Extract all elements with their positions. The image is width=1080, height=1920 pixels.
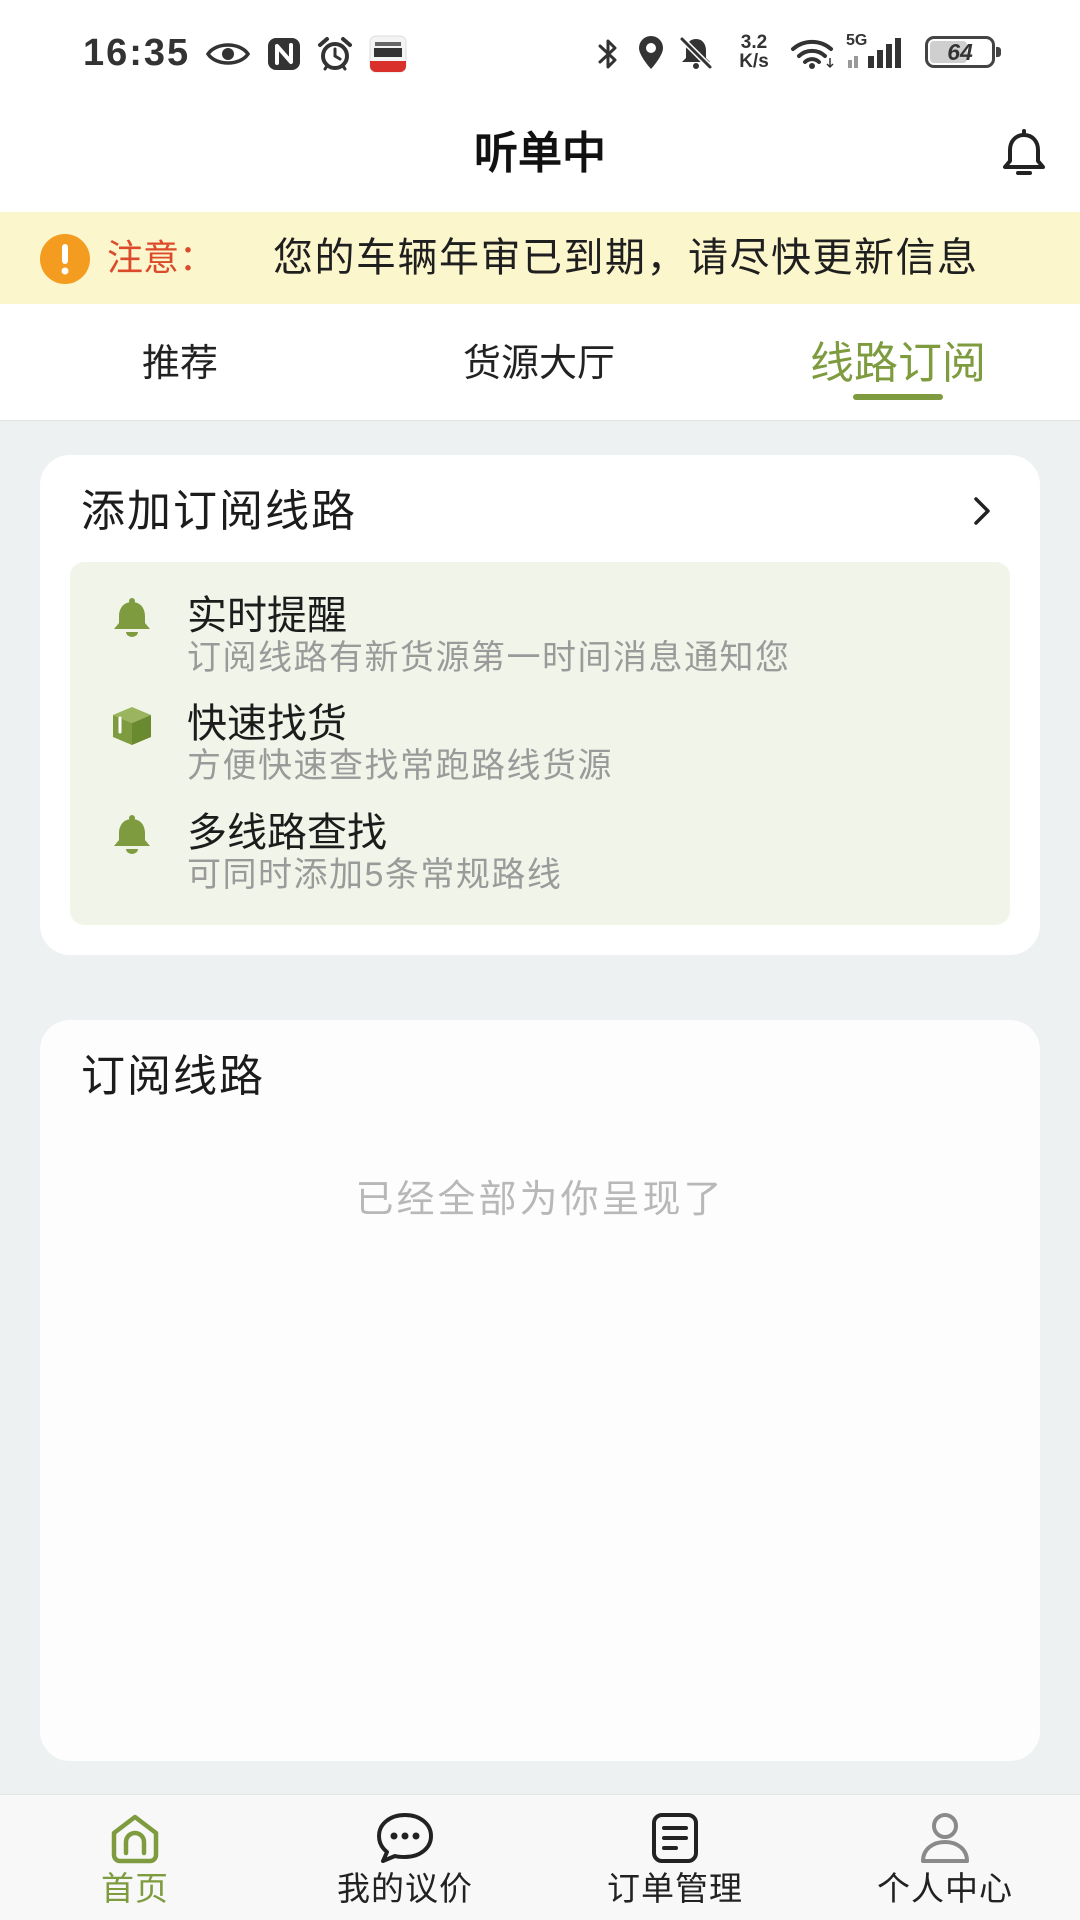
battery-terminal — [996, 47, 1001, 57]
eye-icon — [206, 40, 250, 68]
feature-description: 可同时添加5条常规路线 — [187, 856, 563, 894]
add-subscription-title: 添加订阅线路 — [81, 487, 357, 536]
tab-cargo-hall[interactable]: 货源大厅 — [389, 339, 689, 389]
nav-item-home[interactable]: 首页 — [0, 1795, 270, 1920]
network-type: 5G — [846, 32, 868, 49]
feature-description: 订阅线路有新货源第一时间消息通知您 — [187, 639, 791, 677]
tab-route-subscription[interactable]: 线路订阅 — [748, 336, 1048, 392]
feature-item-multi-route: 多线路查找 可同时添加5条常规路线 — [70, 808, 1010, 898]
feature-item-realtime-alert: 实时提醒 订阅线路有新货源第一时间消息通知您 — [70, 591, 1010, 681]
nav-label: 个人中心 — [877, 1870, 1013, 1907]
status-time: 16:35 — [83, 32, 191, 74]
network-speed-unit: K/s — [739, 51, 769, 72]
notice-banner[interactable]: 注意： 您的车辆年审已到期，请尽快更新信息 — [0, 212, 1080, 304]
add-subscription-card: 添加订阅线路 实时提醒 订阅线路有新货源第一时间消息通知您 快速找货 方便快速查… — [40, 455, 1040, 955]
feature-title: 快速找货 — [187, 702, 347, 746]
feature-panel: 实时提醒 订阅线路有新货源第一时间消息通知您 快速找货 方便快速查找常跑路线货源… — [70, 562, 1010, 925]
battery-level: 64 — [947, 39, 973, 65]
feature-description: 方便快速查找常跑路线货源 — [187, 747, 613, 785]
feature-item-quick-find: 快速找货 方便快速查找常跑路线货源 — [70, 699, 1010, 789]
page-title: 听单中 — [474, 129, 606, 178]
bluetooth-icon — [596, 36, 620, 72]
network-speed-value: 3.2 — [740, 32, 768, 53]
notice-message: 您的车辆年审已到期，请尽快更新信息 — [273, 236, 979, 280]
add-subscription-route-link[interactable]: 添加订阅线路 — [40, 455, 1040, 562]
bell-icon — [108, 811, 156, 859]
chevron-right-icon — [968, 493, 996, 529]
user-icon — [913, 1811, 977, 1865]
exclamation-circle-icon — [39, 233, 91, 285]
tab-bar: 推荐 货源大厅 线路订阅 — [0, 304, 1080, 421]
feature-title: 实时提醒 — [187, 594, 347, 638]
alarm-icon — [316, 35, 354, 73]
wifi-icon — [790, 36, 836, 70]
bell-icon — [108, 594, 156, 642]
order-list-icon — [643, 1811, 707, 1865]
nav-label: 我的议价 — [337, 1870, 473, 1907]
notice-label: 注意： — [107, 237, 216, 278]
nav-item-profile[interactable]: 个人中心 — [810, 1795, 1080, 1920]
network-speed: 3.2 K/s — [730, 33, 778, 71]
notifications-off-icon — [678, 35, 714, 71]
chat-icon — [373, 1811, 437, 1865]
active-tab-indicator — [853, 394, 943, 400]
app-header: 听单中 — [0, 100, 1080, 212]
nfc-icon — [266, 36, 302, 72]
bell-icon[interactable] — [998, 128, 1050, 180]
subscribed-routes-card: 订阅线路 已经全部为你呈现了 — [40, 1020, 1040, 1761]
location-icon — [636, 35, 666, 71]
status-bar: 16:35 3.2 K/s 5G 64 — [0, 0, 1080, 100]
battery-icon: 64 — [925, 36, 1001, 68]
box-icon — [108, 702, 156, 750]
empty-list-message: 已经全部为你呈现了 — [355, 1179, 725, 1221]
home-icon — [103, 1811, 167, 1865]
app-notification-icon — [368, 34, 408, 74]
nav-label: 订单管理 — [607, 1870, 743, 1907]
nav-item-order-management[interactable]: 订单管理 — [540, 1795, 810, 1920]
nav-item-my-bids[interactable]: 我的议价 — [270, 1795, 540, 1920]
feature-title: 多线路查找 — [187, 811, 387, 855]
signal-icon: 5G — [846, 32, 912, 70]
bottom-navigation: 首页 我的议价 订单管理 个人中心 — [0, 1794, 1080, 1920]
subscribed-routes-title: 订阅线路 — [81, 1052, 265, 1101]
nav-label: 首页 — [101, 1870, 169, 1907]
tab-recommend[interactable]: 推荐 — [30, 339, 330, 389]
